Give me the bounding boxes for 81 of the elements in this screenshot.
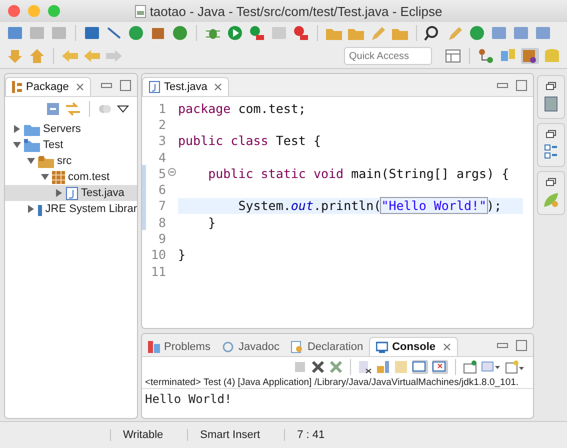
line-number: 1 [157,100,166,116]
close-icon[interactable] [76,83,84,91]
problems-icon [148,341,160,353]
line-number: 2 [157,116,166,132]
folder-icon [24,122,40,136]
close-icon[interactable] [442,343,450,351]
circle-icon[interactable] [468,25,486,41]
line-number: 10 [150,247,166,262]
tree-item[interactable]: Test.java [5,185,137,201]
view-tab[interactable]: Javadoc [216,338,286,356]
view-tab[interactable]: Problems [142,338,216,356]
minimize-button[interactable] [497,83,508,88]
play-icon[interactable] [226,25,244,41]
console-icon [376,341,388,353]
restore-icon[interactable] [546,82,556,90]
restore-icon[interactable] [546,178,556,186]
console-header: <terminated> Test (4) [Java Application] /Library/Java/JavaVirtualMachines/jdk1.8.0_101. [142,377,533,389]
line-number: 11 [150,264,166,279]
expanded-arrow-icon[interactable] [27,157,35,165]
collapsed-arrow-icon[interactable] [27,205,35,213]
hierarchy-icon[interactable] [477,48,495,64]
close-button[interactable] [8,5,20,17]
code-line: public class Test { [178,132,322,149]
view-tab[interactable]: Declaration [285,338,370,356]
code-line: public static void main(String[] args) { [207,165,510,182]
tree-item[interactable]: src [5,153,137,169]
status-text: Writable [110,429,176,441]
line-number: 6 [157,182,166,198]
line-number: 9 [157,231,166,246]
source-folder-icon [38,154,54,168]
expanded-arrow-icon[interactable] [13,141,21,149]
expanded-arrow-icon[interactable] [41,173,49,181]
view-tab[interactable]: Console [369,337,458,356]
java-file-icon [66,186,78,200]
maximize-button[interactable] [516,340,527,351]
restore-icon[interactable] [546,130,556,138]
tree-item[interactable]: Test [5,137,137,153]
maximize-button[interactable] [516,80,527,91]
view-menu-icon[interactable] [117,104,129,114]
quick-access-field[interactable]: Quick Access [344,47,432,65]
line-number: 8 [157,214,166,230]
code-line: package com.test; [178,100,307,116]
console-output: Hello World! [144,391,233,408]
show-output-icon[interactable] [412,360,428,374]
show-error-icon[interactable] [432,360,448,374]
tree-item[interactable]: JRE System Librar [5,201,137,217]
circle-icon[interactable] [127,25,145,41]
declaration-icon [291,341,304,353]
outline-icon[interactable] [544,144,558,160]
collapse-all-icon[interactable] [46,102,60,116]
clear-console-icon[interactable] [358,360,372,374]
link-arrows-icon[interactable] [65,102,81,116]
line-number: 7 [157,198,166,214]
status-text: 7 : 41 [284,429,337,441]
minimize-button[interactable] [497,343,508,348]
display-console-icon[interactable] [481,360,501,374]
collapsed-arrow-icon[interactable] [13,125,21,133]
line-number: 5 [157,166,166,181]
line-number: 3 [157,133,166,148]
code-line: } [207,214,217,230]
minimize-button[interactable] [101,83,112,88]
status-text: Smart Insert [187,429,272,441]
perspective-icon[interactable] [444,48,462,64]
close-icon[interactable] [214,83,222,91]
maximize-button[interactable] [120,80,131,91]
project-folder-icon [24,138,40,152]
tree-item[interactable]: Servers [5,121,137,137]
editor-tab[interactable]: Test.java [142,77,230,96]
package-explorer-icon [12,81,22,93]
java-file-icon [149,81,160,93]
code-line: } [178,246,187,263]
package-explorer-tab[interactable]: Package [5,77,91,96]
pin-icon[interactable] [463,360,477,374]
collapsed-arrow-icon[interactable] [55,189,63,197]
document-icon [134,4,146,18]
tree-item[interactable]: com.test [5,169,137,185]
line-number: 4 [157,150,166,165]
fold-icon[interactable] [168,168,176,176]
window-title: taotao - Java - Test/src/com/test/Test.java - Eclipse [150,4,442,18]
remove-icon[interactable] [311,360,325,374]
new-console-icon[interactable] [505,360,525,374]
